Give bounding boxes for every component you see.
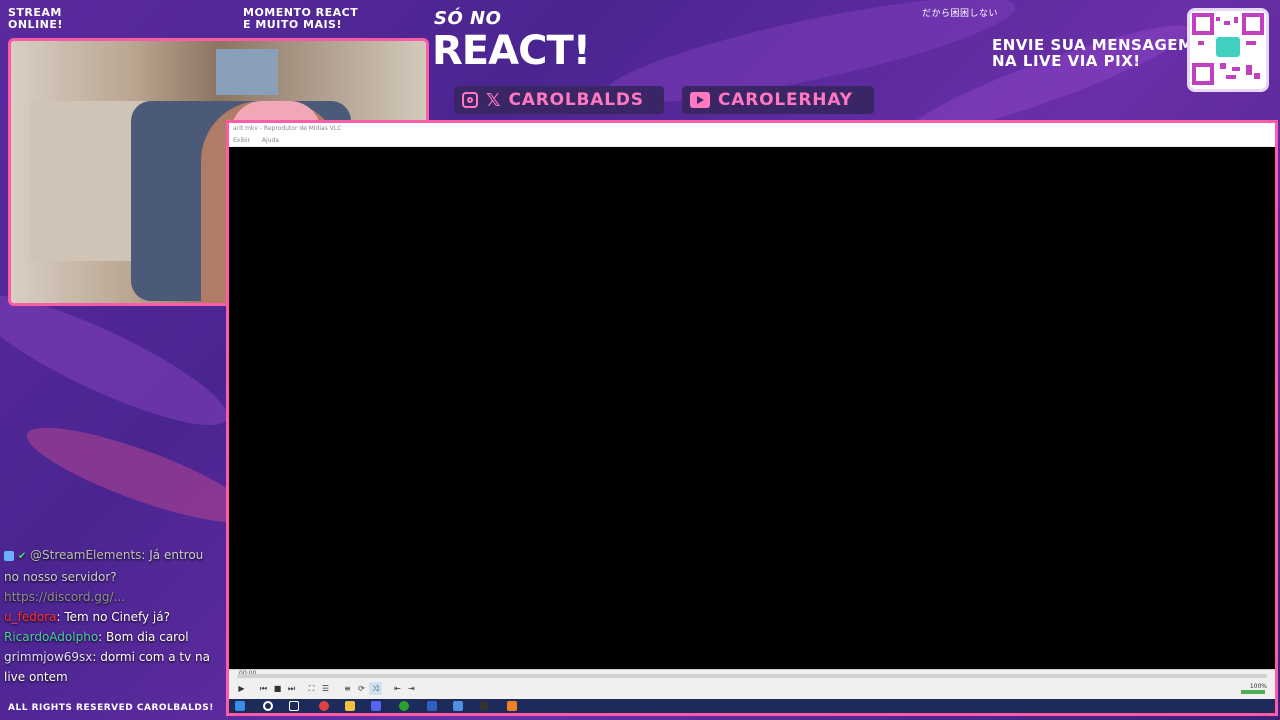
- loop-icon[interactable]: ⟳: [355, 682, 368, 695]
- chat-message: https://discord.gg/...: [0, 587, 226, 607]
- chat-username[interactable]: @StreamElements: [30, 548, 141, 562]
- stop-icon[interactable]: ■: [271, 682, 284, 695]
- chat-username[interactable]: grimmjow69sx: [4, 650, 92, 664]
- xbox-icon[interactable]: [399, 701, 409, 711]
- brand-top-label: SÓ NO: [434, 8, 502, 29]
- previous-icon[interactable]: ⏮: [257, 682, 270, 695]
- stream-status-label: STREAM ONLINE!: [8, 6, 63, 31]
- next-icon[interactable]: ⏭: [285, 682, 298, 695]
- japanese-text: だから困困しない: [922, 9, 999, 19]
- vlc-icon[interactable]: [507, 701, 517, 711]
- chat-message: grimmjow69sx: dormi com a tv na live ont…: [0, 647, 226, 687]
- check-icon: ✔: [17, 551, 27, 562]
- vlc-title-bar: arit.mkv - Reprodutor de Mídias VLC: [229, 123, 1275, 135]
- qr-code: [1187, 8, 1269, 92]
- volume-label: 100%: [1249, 683, 1267, 690]
- social-handle-2: CAROLERHAY: [718, 90, 853, 110]
- social-handle-1: CAROLBALDS: [508, 90, 644, 110]
- word-icon[interactable]: [427, 701, 437, 711]
- vlc-video-area[interactable]: [229, 147, 1275, 669]
- vlc-menu-ajuda[interactable]: Ajuda: [262, 137, 279, 144]
- frame-back-icon[interactable]: ⇤: [391, 682, 404, 695]
- chat-panel: ✔ @StreamElements: Já entrou no nosso se…: [0, 545, 226, 687]
- chat-link[interactable]: https://discord.gg/...: [4, 590, 125, 604]
- youtube-icon: [690, 92, 710, 108]
- windows-start-icon[interactable]: [235, 701, 245, 711]
- moment-label: MOMENTO REACT E MUITO MAIS!: [243, 6, 359, 31]
- footer-text: ALL RIGHTS RESERVED CAROLBALDS!: [8, 703, 214, 713]
- chat-username[interactable]: u_fedora: [4, 610, 56, 624]
- chat-message: RicardoAdolpho: Bom dia carol: [0, 627, 226, 647]
- chat-badge-icon: [4, 550, 14, 561]
- vlc-menu-exibir[interactable]: Exibir: [233, 137, 250, 144]
- play-icon[interactable]: ▶: [235, 682, 248, 695]
- chrome-icon[interactable]: [319, 701, 329, 711]
- chat-text: : Tem no Cinefy já?: [56, 610, 170, 624]
- windows-taskbar: [229, 699, 1275, 713]
- instagram-icon: [462, 92, 478, 108]
- social-pill-youtube: CAROLERHAY: [682, 86, 874, 114]
- volume-slider[interactable]: [1241, 690, 1265, 694]
- fullscreen-icon[interactable]: ⛶: [305, 682, 318, 695]
- shuffle-icon[interactable]: ⤨: [369, 682, 382, 695]
- obs-icon[interactable]: [479, 701, 489, 711]
- x-icon: 𝕏: [486, 89, 501, 111]
- chat-username[interactable]: RicardoAdolpho: [4, 630, 98, 644]
- frame-forward-icon[interactable]: ⇥: [405, 682, 418, 695]
- playlist-icon[interactable]: ≡: [341, 682, 354, 695]
- task-view-icon[interactable]: [289, 701, 299, 711]
- settings-icon[interactable]: [453, 701, 463, 711]
- vlc-menu-bar: Exibir Ajuda: [229, 135, 1275, 147]
- background-streak: [18, 410, 262, 540]
- social-pill-x: 𝕏 CAROLBALDS: [454, 86, 664, 114]
- vlc-controls: 00:00 ▶ ⏮ ■ ⏭ ⛶ ☰ ≡ ⟳ ⤨ ⇤ ⇥ 100%: [229, 669, 1275, 699]
- vlc-seek-bar[interactable]: [237, 674, 1267, 678]
- folder-icon[interactable]: [345, 701, 355, 711]
- chat-message: ✔ @StreamElements: Já entrou no nosso se…: [0, 545, 226, 587]
- chat-message: u_fedora: Tem no Cinefy já?: [0, 607, 226, 627]
- brand-main-label: REACT!: [432, 28, 591, 74]
- chat-text: : Bom dia carol: [98, 630, 189, 644]
- discord-icon[interactable]: [371, 701, 381, 711]
- pix-message: ENVIE SUA MENSAGEM NA LIVE VIA PIX!: [992, 36, 1194, 70]
- extended-settings-icon[interactable]: ☰: [319, 682, 332, 695]
- search-icon[interactable]: [263, 701, 273, 711]
- cam-poster: [216, 49, 278, 95]
- vlc-player-window[interactable]: arit.mkv - Reprodutor de Mídias VLC Exib…: [226, 120, 1278, 716]
